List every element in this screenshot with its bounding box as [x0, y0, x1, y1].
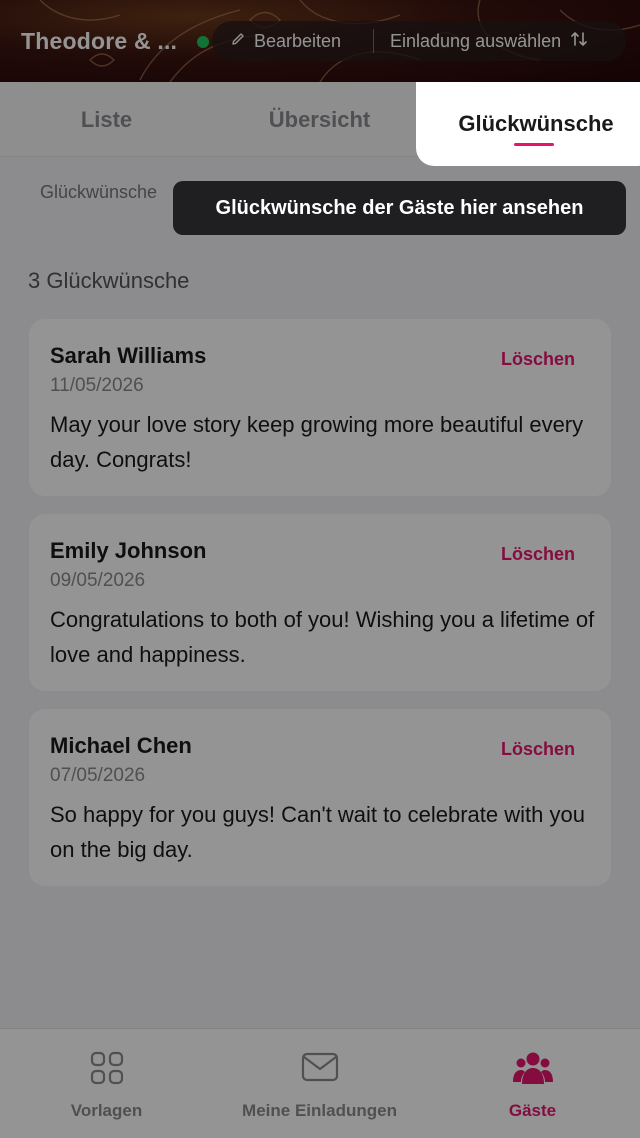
header-actions: Bearbeiten Einladung auswählen — [212, 21, 626, 61]
edit-label: Bearbeiten — [254, 30, 342, 51]
guest-name: Sarah Williams — [50, 343, 207, 368]
active-tab-indicator — [514, 143, 554, 146]
delete-button[interactable]: Löschen — [501, 544, 575, 565]
wishes-count: 3 Glückwünsche — [28, 268, 190, 293]
nav-vorlagen[interactable]: Vorlagen — [0, 1029, 213, 1138]
nav-label: Gäste — [508, 1101, 557, 1120]
tab-uebersicht[interactable]: Übersicht — [213, 82, 426, 157]
wish-message: Congratulations to both of you! Wishing … — [50, 607, 595, 667]
delete-button[interactable]: Löschen — [501, 739, 575, 760]
delete-button[interactable]: Löschen — [501, 349, 575, 370]
nav-gaeste[interactable]: Gäste — [426, 1029, 639, 1138]
wish-date: 09/05/2026 — [50, 570, 146, 591]
wish-message: May your love story keep growing more be… — [50, 412, 584, 472]
wish-card: Michael Chen Löschen 07/05/2026 So happy… — [29, 709, 611, 886]
envelope-icon — [301, 1051, 339, 1088]
divider — [373, 29, 374, 53]
event-title[interactable]: Theodore & ... — [21, 28, 177, 55]
tab-glueckwuensche[interactable]: Glückwünsche — [416, 82, 640, 166]
sort-arrows-icon — [569, 29, 589, 54]
wish-card: Sarah Williams Löschen 11/05/2026 May yo… — [29, 319, 611, 496]
tab-liste[interactable]: Liste — [0, 82, 213, 157]
wish-message: So happy for you guys! Can't wait to cel… — [50, 802, 585, 862]
wish-card: Emily Johnson Löschen 09/05/2026 Congrat… — [29, 514, 611, 691]
guest-name: Michael Chen — [50, 733, 192, 758]
nav-label: Meine Einladungen — [242, 1101, 397, 1120]
grid-icon — [90, 1051, 124, 1090]
select-invitation-label: Einladung auswählen — [390, 30, 562, 51]
pencil-icon — [230, 31, 246, 52]
onboarding-tooltip: Glückwünsche der Gäste hier ansehen — [173, 181, 626, 235]
select-invitation-button[interactable]: Einladung auswählen — [390, 21, 589, 61]
status-indicator — [197, 36, 209, 48]
wishes-hint: Glückwünsche — [40, 182, 158, 202]
edit-button[interactable]: Bearbeiten — [230, 21, 341, 61]
guest-name: Emily Johnson — [50, 538, 207, 563]
wish-date: 07/05/2026 — [50, 765, 146, 786]
nav-label: Vorlagen — [70, 1101, 143, 1120]
bottom-navigation: Vorlagen Meine Einladungen Gäste — [0, 1028, 640, 1138]
app-header: Theodore & ... Bearbeiten Einladung ausw… — [0, 0, 640, 82]
wish-date: 11/05/2026 — [50, 375, 144, 396]
guests-icon — [512, 1051, 553, 1090]
nav-meine-einladungen[interactable]: Meine Einladungen — [213, 1029, 426, 1138]
